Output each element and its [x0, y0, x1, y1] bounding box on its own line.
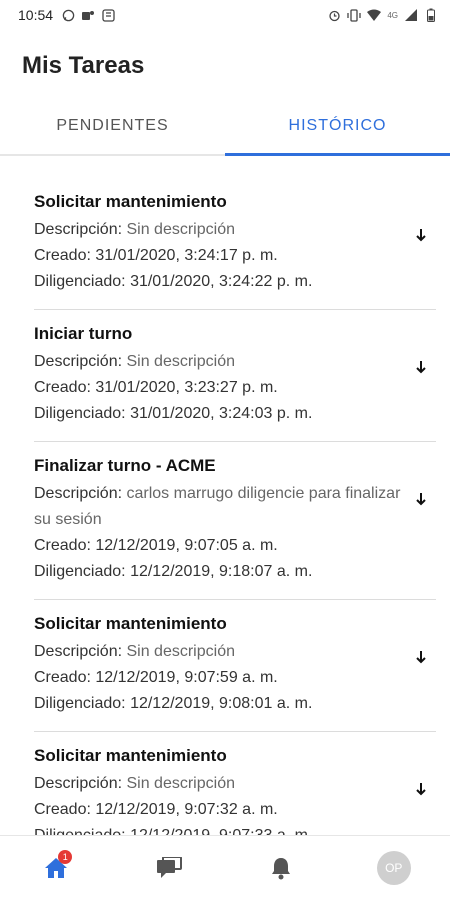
arrow-down-icon[interactable] — [412, 490, 430, 508]
bottom-nav: 1 OP — [0, 835, 450, 900]
vibrate-icon — [347, 8, 361, 22]
task-description: Sin descripción — [126, 353, 235, 370]
task-created-row: Creado: 12/12/2019, 9:07:05 a. m. — [34, 533, 436, 559]
arrow-down-icon[interactable] — [412, 358, 430, 376]
task-completed-row: Diligenciado: 12/12/2019, 9:18:07 a. m. — [34, 559, 436, 585]
completed-label: Diligenciado: — [34, 695, 126, 712]
nav-home[interactable]: 1 — [36, 848, 76, 888]
task-completed: 31/01/2020, 3:24:03 p. m. — [130, 405, 313, 422]
alarm-icon — [327, 8, 341, 22]
task-item[interactable]: Iniciar turno Descripción: Sin descripci… — [34, 310, 436, 442]
created-label: Creado: — [34, 801, 91, 818]
task-created-row: Creado: 12/12/2019, 9:07:32 a. m. — [34, 797, 436, 823]
task-completed-row: Diligenciado: 31/01/2020, 3:24:22 p. m. — [34, 269, 436, 295]
task-completed: 31/01/2020, 3:24:22 p. m. — [130, 273, 313, 290]
tab-bar: PENDIENTES HISTÓRICO — [0, 98, 450, 156]
chat-icon — [156, 857, 182, 878]
task-created: 31/01/2020, 3:23:27 p. m. — [95, 379, 278, 396]
description-label: Descripción: — [34, 485, 123, 502]
notification-badge: 1 — [58, 850, 73, 864]
completed-label: Diligenciado: — [34, 405, 126, 422]
task-list: Solicitar mantenimiento Descripción: Sin… — [0, 178, 450, 838]
page-title: Mis Tareas — [22, 52, 145, 79]
task-description-row: Descripción: Sin descripción — [34, 349, 436, 375]
battery-icon — [424, 8, 438, 22]
task-title: Finalizar turno - ACME — [34, 456, 216, 475]
task-completed-row: Diligenciado: 12/12/2019, 9:08:01 a. m. — [34, 691, 436, 717]
task-created: 31/01/2020, 3:24:17 p. m. — [95, 247, 278, 264]
task-created: 12/12/2019, 9:07:59 a. m. — [95, 669, 278, 686]
task-created-row: Creado: 31/01/2020, 3:23:27 p. m. — [34, 375, 436, 401]
description-label: Descripción: — [34, 775, 123, 792]
completed-label: Diligenciado: — [34, 273, 126, 290]
task-description-row: Descripción: Sin descripción — [34, 639, 436, 665]
task-completed: 12/12/2019, 9:08:01 a. m. — [130, 695, 313, 712]
created-label: Creado: — [34, 669, 91, 686]
task-item[interactable]: Solicitar mantenimiento Descripción: Sin… — [34, 600, 436, 732]
task-title: Solicitar mantenimiento — [34, 192, 227, 211]
status-left: 10:54 — [18, 7, 115, 23]
wifi-icon — [367, 8, 382, 22]
arrow-down-icon[interactable] — [412, 780, 430, 798]
task-item[interactable]: Solicitar mantenimiento Descripción: Sin… — [34, 178, 436, 310]
nav-notifications[interactable] — [261, 848, 301, 888]
tab-pendientes[interactable]: PENDIENTES — [0, 98, 225, 154]
arrow-down-icon[interactable] — [412, 226, 430, 244]
status-right: 4G — [327, 8, 438, 22]
status-bar: 10:54 4G — [0, 0, 450, 30]
teams-icon — [81, 8, 95, 22]
task-created-row: Creado: 12/12/2019, 9:07:59 a. m. — [34, 665, 436, 691]
task-completed-row: Diligenciado: 31/01/2020, 3:24:03 p. m. — [34, 401, 436, 427]
nav-profile[interactable]: OP — [374, 848, 414, 888]
description-label: Descripción: — [34, 643, 123, 660]
task-description: Sin descripción — [126, 775, 235, 792]
status-time: 10:54 — [18, 7, 54, 23]
avatar: OP — [376, 851, 411, 885]
task-description: Sin descripción — [126, 221, 235, 238]
task-completed: 12/12/2019, 9:18:07 a. m. — [130, 563, 313, 580]
created-label: Creado: — [34, 379, 91, 396]
task-description: Sin descripción — [126, 643, 235, 660]
nav-chat[interactable] — [149, 848, 189, 888]
description-label: Descripción: — [34, 221, 123, 238]
network-type: 4G — [387, 10, 398, 20]
task-item[interactable]: Solicitar mantenimiento Descripción: Sin… — [34, 732, 436, 838]
completed-label: Diligenciado: — [34, 563, 126, 580]
app-icon — [101, 8, 115, 22]
bell-icon — [272, 858, 291, 880]
task-created: 12/12/2019, 9:07:05 a. m. — [95, 537, 278, 554]
task-title: Iniciar turno — [34, 324, 133, 343]
whatsapp-icon — [61, 8, 75, 22]
task-created: 12/12/2019, 9:07:32 a. m. — [95, 801, 278, 818]
description-label: Descripción: — [34, 353, 123, 370]
task-item[interactable]: Finalizar turno - ACME Descripción: carl… — [34, 442, 436, 600]
task-description-row: Descripción: carlos marrugo diligencie p… — [34, 481, 436, 533]
signal-icon — [404, 8, 418, 22]
tab-historico[interactable]: HISTÓRICO — [225, 98, 450, 156]
task-description-row: Descripción: Sin descripción — [34, 217, 436, 243]
arrow-down-icon[interactable] — [412, 648, 430, 666]
task-created-row: Creado: 31/01/2020, 3:24:17 p. m. — [34, 243, 436, 269]
created-label: Creado: — [34, 537, 91, 554]
task-title: Solicitar mantenimiento — [34, 614, 227, 633]
created-label: Creado: — [34, 247, 91, 264]
task-title: Solicitar mantenimiento — [34, 746, 227, 765]
task-description-row: Descripción: Sin descripción — [34, 771, 436, 797]
